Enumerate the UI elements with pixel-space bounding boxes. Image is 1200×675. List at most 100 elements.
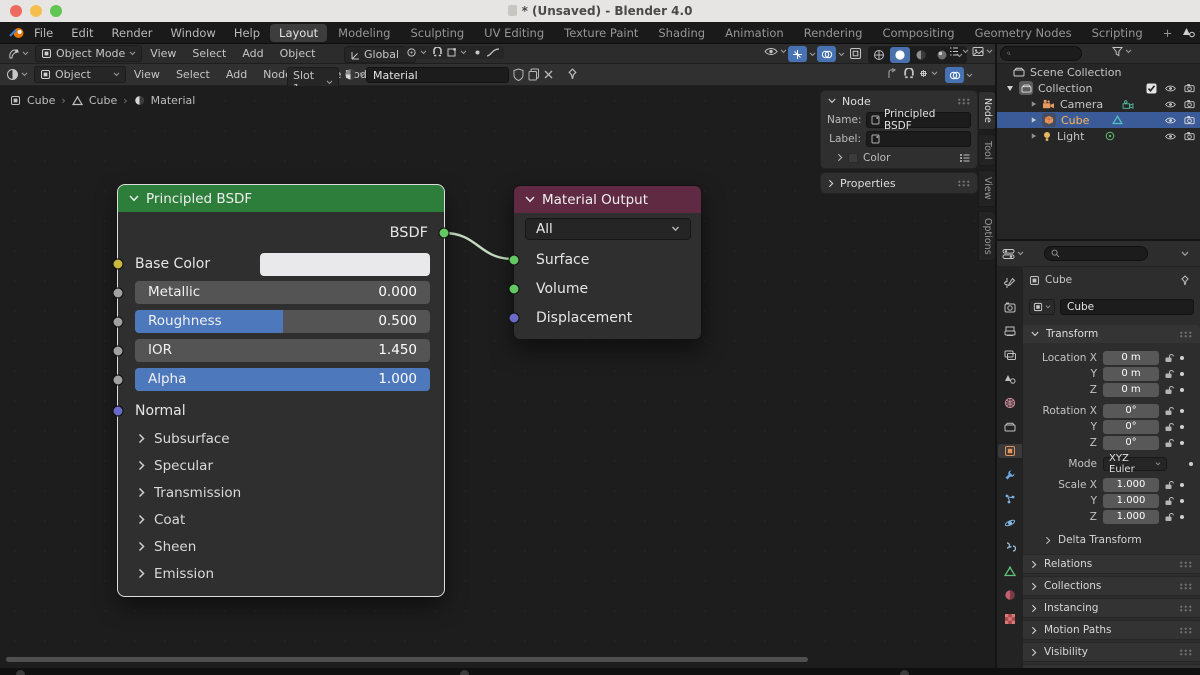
collapse-chevron-icon[interactable] — [525, 196, 535, 203]
editor-divider-horizontal[interactable] — [995, 239, 1200, 241]
menu-help[interactable]: Help — [225, 26, 269, 40]
tab-object[interactable] — [998, 444, 1022, 458]
disable-render-toggle[interactable] — [1184, 115, 1195, 125]
outliner-row-scene-collection[interactable]: Scene Collection — [997, 64, 1200, 80]
panel-drag-handle[interactable] — [957, 97, 970, 105]
node-name-field[interactable]: Principled BSDF — [866, 108, 971, 132]
tab-view-layer[interactable] — [998, 348, 1022, 362]
overlay-options-chevron[interactable] — [838, 51, 845, 57]
shader-type-dropdown[interactable]: Object — [34, 66, 126, 83]
tab-tool[interactable]: Tool — [978, 133, 996, 167]
principled-bsdf-header[interactable]: Principled BSDF — [118, 185, 444, 212]
color-checkbox[interactable] — [848, 152, 858, 163]
editor-divider-vertical[interactable] — [995, 44, 997, 668]
hide-eye-toggle[interactable] — [1164, 100, 1177, 109]
tab-physics[interactable] — [998, 516, 1022, 530]
shader-node-canvas[interactable]: Cube › Cube › Material Principled BSDF B… — [0, 86, 996, 668]
object-visibility-dropdown[interactable] — [764, 46, 787, 57]
hide-eye-toggle[interactable] — [1164, 116, 1177, 125]
tab-particles[interactable] — [998, 492, 1022, 506]
alpha-input-socket[interactable] — [112, 374, 124, 386]
pin-id-icon[interactable] — [1180, 274, 1190, 286]
menu-file[interactable]: File — [25, 26, 62, 40]
outliner-search-input[interactable] — [1015, 48, 1075, 59]
tab-texture[interactable] — [998, 612, 1022, 626]
show-overlays-toggle[interactable] — [817, 46, 836, 62]
editor-type-3d-viewport-button[interactable] — [7, 48, 29, 60]
lock-icon[interactable] — [1164, 438, 1174, 448]
delta-transform-row[interactable]: Delta Transform — [1023, 533, 1200, 547]
workspace-tab-animation[interactable]: Animation — [716, 24, 793, 42]
color-presets-icon[interactable] — [959, 153, 971, 163]
outliner-row-collection[interactable]: Collection — [997, 80, 1200, 96]
tab-render[interactable] — [998, 300, 1022, 314]
animate-dot[interactable] — [1180, 388, 1184, 392]
unlink-material-button[interactable] — [544, 70, 553, 79]
roughness-slider[interactable]: Roughness 0.500 — [135, 310, 430, 333]
location-y-field[interactable]: 0 m — [1103, 367, 1159, 381]
fake-user-shield-button[interactable] — [513, 68, 524, 81]
properties-filter-chevron[interactable] — [1181, 251, 1189, 257]
tab-material[interactable] — [998, 588, 1022, 602]
lock-icon[interactable] — [1164, 353, 1174, 363]
workspace-tab-texture-paint[interactable]: Texture Paint — [555, 24, 647, 42]
shading-material-preview-button[interactable] — [911, 47, 931, 63]
lock-icon[interactable] — [1164, 480, 1174, 490]
location-z-field[interactable]: 0 m — [1103, 383, 1159, 397]
ior-slider[interactable]: IOR 1.450 — [135, 339, 430, 362]
proportional-editing-controls[interactable] — [468, 46, 504, 59]
panel-drag-handle[interactable] — [1179, 626, 1192, 634]
section-emission[interactable]: Emission — [138, 560, 214, 587]
gizmo-options-chevron[interactable] — [809, 51, 816, 57]
tab-object-data[interactable] — [998, 564, 1022, 578]
animate-dot[interactable] — [1180, 356, 1184, 360]
lock-icon[interactable] — [1164, 385, 1174, 395]
outliner-search[interactable] — [1000, 46, 1082, 61]
rotation-x-field[interactable]: 0° — [1103, 404, 1159, 418]
rotation-z-field[interactable]: 0° — [1103, 436, 1159, 450]
lock-icon[interactable] — [1164, 406, 1174, 416]
disable-render-toggle[interactable] — [1184, 131, 1195, 141]
snap-pivot-button[interactable] — [402, 46, 431, 59]
scale-z-field[interactable]: 1.000 — [1103, 510, 1159, 524]
horizontal-scrollbar[interactable] — [6, 657, 808, 662]
roughness-input-socket[interactable] — [112, 316, 124, 328]
tab-tool-settings[interactable] — [998, 276, 1022, 290]
properties-panel-header[interactable]: Properties — [821, 173, 977, 193]
hide-eye-toggle[interactable] — [1164, 132, 1177, 141]
outliner-filter-id-dropdown[interactable] — [972, 46, 993, 57]
workspace-tab-sculpting[interactable]: Sculpting — [401, 24, 473, 42]
animate-dot[interactable] — [1180, 441, 1184, 445]
panel-visibility[interactable]: Visibility — [1023, 642, 1200, 662]
node-snap-target-dropdown[interactable] — [918, 68, 938, 79]
panel-drag-handle[interactable] — [957, 179, 970, 187]
ior-input-socket[interactable] — [112, 345, 124, 357]
section-subsurface[interactable]: Subsurface — [138, 425, 230, 452]
exclude-checkbox[interactable] — [1146, 83, 1157, 94]
shader-menu-view[interactable]: View — [126, 68, 168, 81]
workspace-tab-layout[interactable]: Layout — [270, 23, 328, 42]
disclosure-closed-icon[interactable] — [1030, 100, 1037, 108]
disable-render-toggle[interactable] — [1184, 99, 1195, 109]
material-name-field[interactable]: Material — [366, 67, 509, 83]
properties-search[interactable] — [1044, 246, 1148, 261]
animate-dot[interactable] — [1180, 409, 1184, 413]
panel-drag-handle[interactable] — [1179, 330, 1192, 338]
tab-output[interactable] — [998, 324, 1022, 338]
pin-material-icon[interactable] — [567, 68, 578, 80]
tab-modifiers[interactable] — [998, 468, 1022, 482]
show-gizmo-toggle[interactable] — [788, 46, 807, 62]
normal-input-socket[interactable] — [112, 405, 124, 417]
displacement-input-socket[interactable] — [508, 312, 520, 324]
animate-dot[interactable] — [1180, 483, 1184, 487]
scale-x-field[interactable]: 1.000 — [1103, 478, 1159, 492]
base-color-input-socket[interactable] — [112, 258, 124, 270]
animate-dot[interactable] — [1180, 515, 1184, 519]
lock-icon[interactable] — [1164, 422, 1174, 432]
workspace-tab-geometry-nodes[interactable]: Geometry Nodes — [966, 24, 1081, 42]
tab-world[interactable] — [998, 396, 1022, 410]
scene-selector[interactable]: Scene — [1182, 26, 1200, 40]
material-output-header[interactable]: Material Output — [514, 186, 701, 213]
output-target-dropdown[interactable]: All — [525, 218, 691, 240]
collapse-chevron-icon[interactable] — [129, 195, 139, 202]
